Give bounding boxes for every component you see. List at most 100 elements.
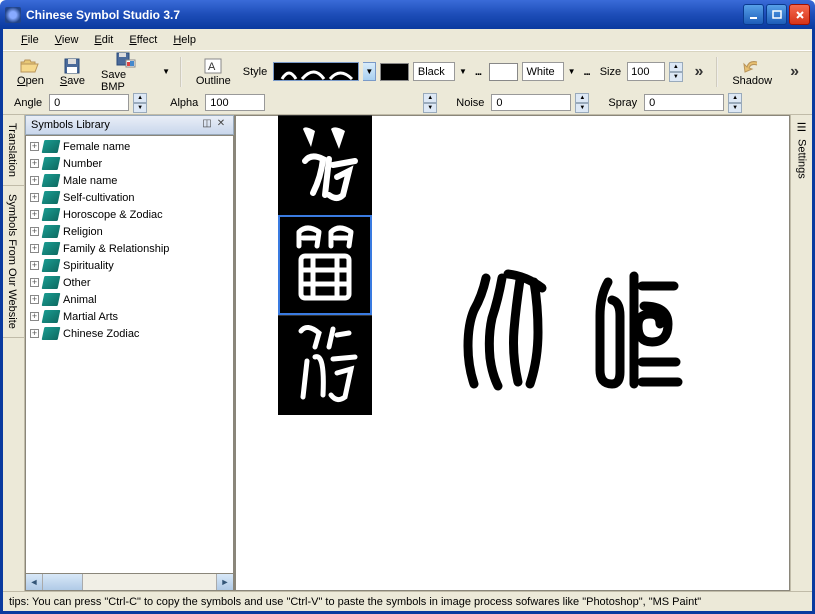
spray-input[interactable]: 0 [644, 94, 724, 111]
toolbar-overflow-button[interactable]: » [687, 63, 709, 81]
book-icon [42, 225, 61, 238]
tree-item[interactable]: + Family & Relationship [26, 240, 233, 257]
menu-file[interactable]: File [13, 32, 47, 48]
separator [716, 57, 718, 87]
dropdown-small-icon[interactable]: ▼ [568, 67, 576, 76]
expand-icon[interactable]: + [30, 244, 39, 253]
tree-item[interactable]: + Self-cultivation [26, 189, 233, 206]
size-spinner[interactable]: ▲▼ [669, 62, 682, 81]
alpha-input[interactable]: 100 [205, 94, 265, 111]
tree-item[interactable]: + Animal [26, 291, 233, 308]
open-button[interactable]: Open [11, 55, 50, 89]
color2-more-button[interactable]: ... [580, 66, 594, 78]
canvas[interactable] [235, 115, 790, 591]
dropdown-small-icon[interactable]: ▼ [459, 67, 467, 76]
save-label: Save [60, 75, 85, 87]
color1-name[interactable]: Black [413, 62, 455, 81]
tree-item[interactable]: +Chinese Zodiac [26, 325, 233, 342]
canvas-symbol-1[interactable] [446, 266, 556, 399]
tree-item-label: Family & Relationship [63, 243, 169, 255]
color2-swatch[interactable] [489, 63, 517, 81]
menu-effect[interactable]: Effect [121, 32, 165, 48]
left-tab-strip: Translation Symbols From Our Website [3, 115, 25, 591]
library-title: Symbols Library [31, 119, 200, 131]
expand-icon[interactable]: + [30, 210, 39, 219]
pin-icon[interactable]: ◫ [200, 118, 214, 132]
expand-icon[interactable]: + [30, 159, 39, 168]
tab-settings[interactable]: Settings [793, 135, 811, 183]
spray-spinner[interactable]: ▲▼ [728, 93, 742, 112]
outline-button[interactable]: A Outline [190, 55, 237, 89]
tree-item[interactable]: + Martial Arts [26, 308, 233, 325]
app-icon [5, 7, 21, 23]
tree-item-label: Other [63, 277, 91, 289]
alpha-spinner[interactable]: ▲▼ [423, 93, 437, 112]
save-button[interactable]: Save [54, 55, 91, 89]
floppy-icon [62, 57, 82, 75]
library-hscrollbar[interactable]: ◄ ► [25, 574, 234, 591]
color2-name[interactable]: White [522, 62, 564, 81]
tree-item[interactable]: + Other [26, 274, 233, 291]
style-option-2[interactable] [278, 215, 372, 315]
canvas-area: ☰ Settings [235, 115, 812, 591]
svg-text:A: A [208, 61, 216, 73]
library-tree[interactable]: +Female name+Number+Male name+Self-culti… [25, 135, 234, 574]
tab-translation[interactable]: Translation [3, 115, 24, 186]
angle-label: Angle [11, 97, 45, 109]
tree-item[interactable]: +Horoscope & Zodiac [26, 206, 233, 223]
expand-icon[interactable]: + [30, 261, 39, 270]
scroll-thumb[interactable] [43, 574, 83, 590]
color1-more-button[interactable]: ... [471, 66, 485, 78]
book-icon [42, 174, 61, 187]
outline-icon: A [203, 57, 223, 75]
scroll-right-button[interactable]: ► [216, 574, 233, 590]
book-icon [42, 140, 61, 153]
noise-input[interactable]: 0 [491, 94, 571, 111]
menu-help[interactable]: Help [165, 32, 204, 48]
expand-icon[interactable]: + [30, 142, 39, 151]
shadow-button[interactable]: Shadow [726, 55, 778, 89]
close-panel-icon[interactable]: ✕ [214, 118, 228, 132]
minimize-button[interactable] [743, 4, 764, 25]
tree-item[interactable]: +Spirituality [26, 257, 233, 274]
toolbar-overflow-button-2[interactable]: » [782, 63, 804, 81]
noise-spinner[interactable]: ▲▼ [575, 93, 589, 112]
expand-icon[interactable]: + [30, 295, 39, 304]
tree-item[interactable]: +Number [26, 155, 233, 172]
angle-spinner[interactable]: ▲▼ [133, 93, 147, 112]
tree-item-label: Martial Arts [63, 311, 118, 323]
tree-item-label: Self-cultivation [63, 192, 135, 204]
expand-icon[interactable]: + [30, 227, 39, 236]
expand-icon[interactable]: + [30, 193, 39, 202]
tree-item[interactable]: +Religion [26, 223, 233, 240]
style-preview[interactable] [273, 62, 359, 81]
tree-item-label: Animal [63, 294, 97, 306]
style-dropdown-button[interactable]: ▼ [363, 62, 376, 81]
outline-label: Outline [196, 75, 231, 87]
style-option-3[interactable] [278, 315, 372, 415]
dropdown-small-icon[interactable]: ▼ [160, 67, 172, 76]
tab-website-symbols[interactable]: Symbols From Our Website [3, 186, 24, 338]
expand-icon[interactable]: + [30, 176, 39, 185]
close-button[interactable] [789, 4, 810, 25]
color1-swatch[interactable] [380, 63, 408, 81]
expand-icon[interactable]: + [30, 312, 39, 321]
angle-input[interactable]: 0 [49, 94, 129, 111]
folder-open-icon [20, 57, 40, 75]
save-bmp-button[interactable]: Save BMP [95, 49, 156, 95]
expand-icon[interactable]: + [30, 278, 39, 287]
style-option-1[interactable] [278, 115, 372, 215]
tree-item[interactable]: +Male name [26, 172, 233, 189]
canvas-symbol-2[interactable] [576, 266, 686, 399]
menu-edit[interactable]: Edit [86, 32, 121, 48]
maximize-button[interactable] [766, 4, 787, 25]
book-icon [42, 310, 61, 323]
menu-view[interactable]: View [47, 32, 87, 48]
tree-item[interactable]: +Female name [26, 138, 233, 155]
book-icon [42, 157, 61, 170]
scroll-track[interactable] [83, 574, 216, 590]
scroll-left-button[interactable]: ◄ [26, 574, 43, 590]
expand-icon[interactable]: + [30, 329, 39, 338]
size-input[interactable]: 100 [627, 62, 665, 81]
window-controls [743, 4, 810, 25]
